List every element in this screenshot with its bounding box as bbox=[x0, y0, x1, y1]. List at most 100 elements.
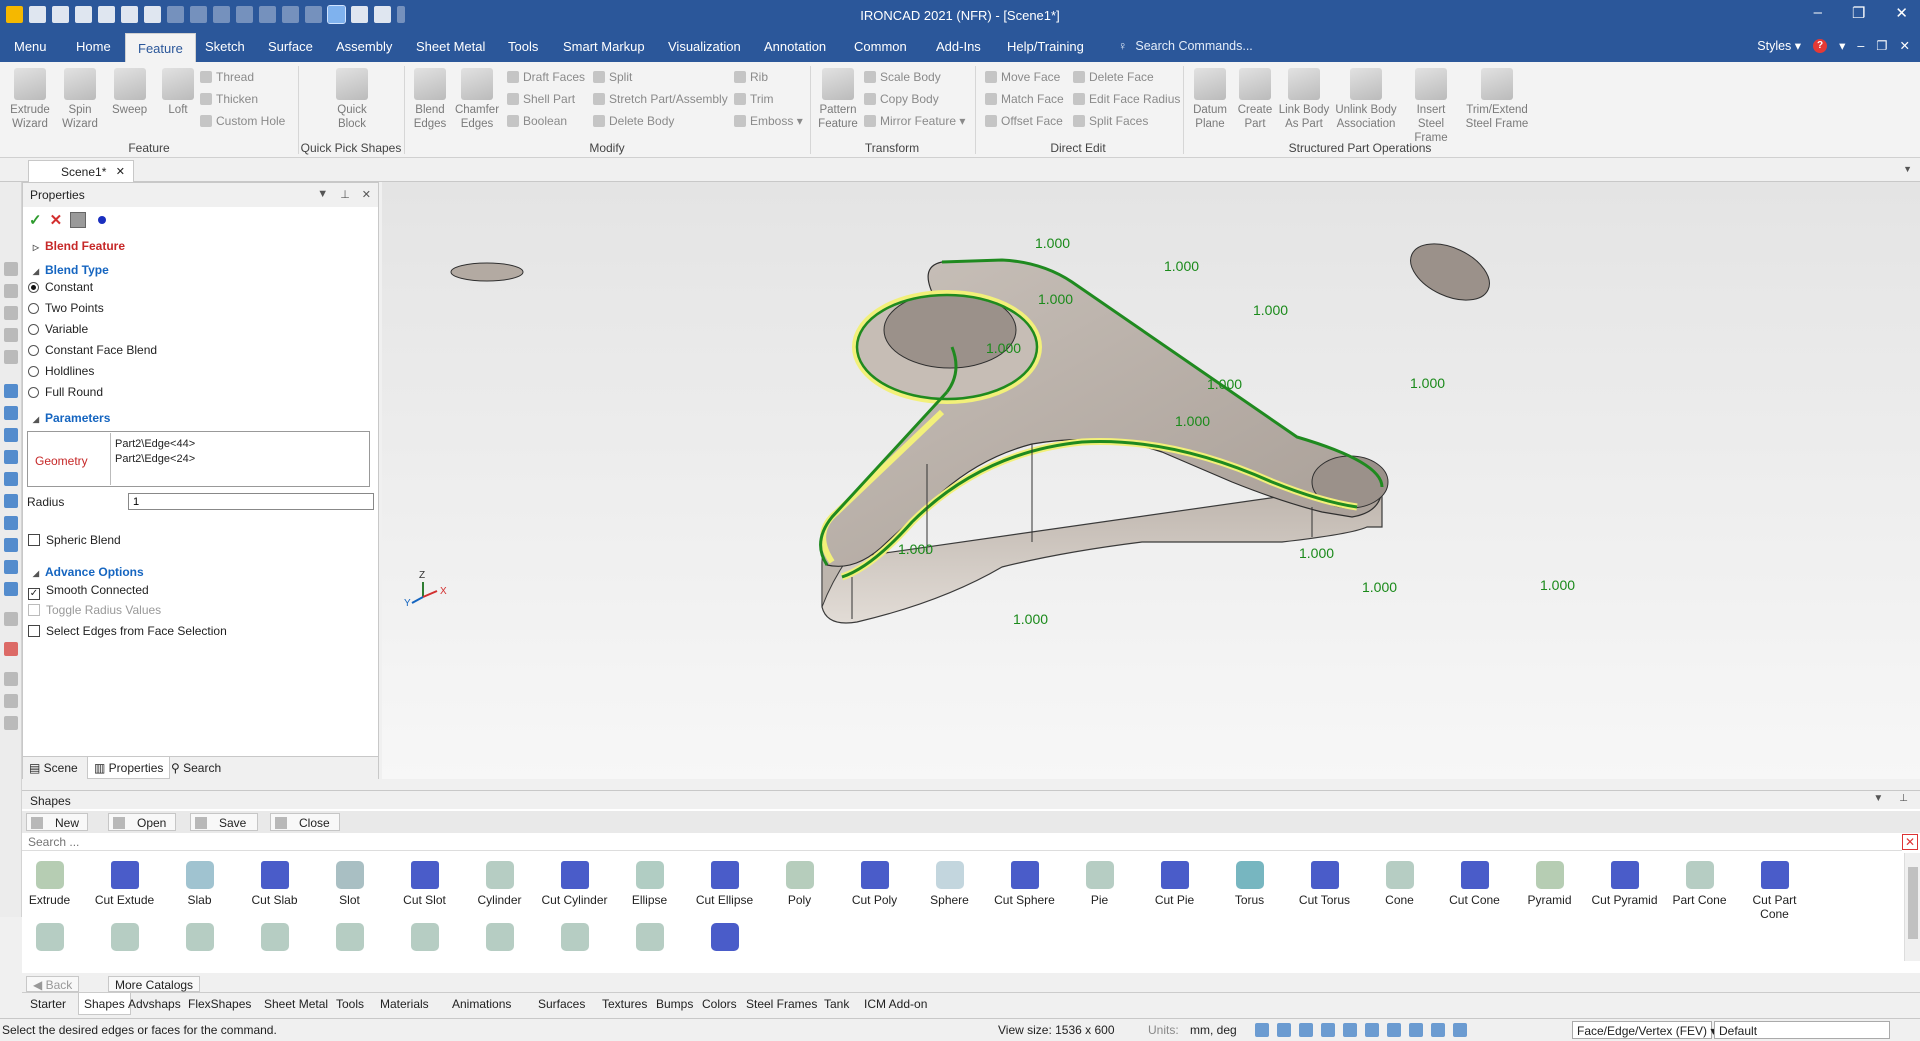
catalog-tab[interactable]: ICM Add-on bbox=[864, 997, 927, 1011]
shape-item[interactable] bbox=[687, 923, 762, 955]
tab-scene[interactable]: ▤ Scene bbox=[29, 761, 78, 775]
match-face-button[interactable]: Match Face bbox=[985, 92, 1064, 106]
split-faces-button[interactable]: Split Faces bbox=[1073, 114, 1148, 128]
delete-face-button[interactable]: Delete Face bbox=[1073, 70, 1154, 84]
geometry-item[interactable]: Part2\Edge<24> bbox=[115, 452, 364, 467]
checkbox[interactable] bbox=[28, 534, 40, 546]
radio-constant[interactable]: Constant bbox=[28, 280, 93, 294]
close-tab-icon[interactable]: ✕ bbox=[116, 165, 125, 178]
tool-icon[interactable] bbox=[4, 450, 18, 464]
ribbon-minimize-icon[interactable]: – bbox=[1857, 39, 1864, 53]
ribbon-close-icon[interactable]: ✕ bbox=[1900, 38, 1910, 53]
blend-edges-button[interactable]: Blend Edges bbox=[411, 66, 449, 131]
view-cube-icon[interactable] bbox=[1321, 1023, 1335, 1037]
trim-extend-steel-button[interactable]: Trim/Extend Steel Frame bbox=[1464, 66, 1530, 131]
tab-menu[interactable]: Menu bbox=[14, 39, 47, 54]
shell-part-button[interactable]: Shell Part bbox=[507, 92, 575, 106]
smooth-connected-checkbox[interactable]: ✓ Smooth Connected bbox=[28, 583, 149, 600]
tab-common[interactable]: Common bbox=[854, 39, 907, 54]
spin-wizard-button[interactable]: Spin Wizard bbox=[60, 66, 100, 131]
tab-search[interactable]: ⚲ Search bbox=[171, 761, 221, 775]
catalog-tab[interactable]: Steel Frames bbox=[746, 997, 817, 1011]
tool-icon[interactable] bbox=[4, 560, 18, 574]
shapes-search-input[interactable] bbox=[22, 834, 1902, 851]
shapes-menu-icon[interactable]: ▼ bbox=[1873, 793, 1883, 804]
shape-item[interactable]: Pie bbox=[1062, 861, 1137, 907]
panel-close-icon[interactable]: ✕ bbox=[362, 188, 371, 201]
close-catalog-button[interactable]: Close bbox=[270, 813, 340, 831]
ribbon-restore-icon[interactable]: ❐ bbox=[1876, 38, 1887, 53]
radio-button[interactable] bbox=[28, 387, 39, 398]
insert-steel-frame-button[interactable]: Insert Steel Frame bbox=[1402, 66, 1460, 145]
shape-item[interactable]: Cut Poly bbox=[837, 861, 912, 907]
render-mode-icon[interactable] bbox=[1343, 1023, 1357, 1037]
shape-item[interactable]: Ellipse bbox=[612, 861, 687, 907]
tab-add-ins[interactable]: Add-Ins bbox=[936, 39, 981, 54]
shape-item[interactable]: Torus bbox=[1212, 861, 1287, 907]
tool-icon[interactable] bbox=[4, 284, 18, 298]
trim-button[interactable]: Trim bbox=[734, 92, 774, 106]
catalog-tab[interactable]: Materials bbox=[380, 997, 429, 1011]
shape-item[interactable]: Cut Pie bbox=[1137, 861, 1212, 907]
tab-assembly[interactable]: Assembly bbox=[336, 39, 392, 54]
shape-item[interactable] bbox=[312, 923, 387, 955]
back-button[interactable]: ◀ Back bbox=[26, 976, 80, 992]
shape-item[interactable]: Cut Ellipse bbox=[687, 861, 762, 907]
minimize-icon[interactable]: – bbox=[1814, 4, 1822, 22]
tool-icon[interactable] bbox=[4, 612, 18, 626]
select-edges-checkbox[interactable]: Select Edges from Face Selection bbox=[28, 624, 227, 638]
shapes-scrollbar[interactable] bbox=[1904, 853, 1920, 961]
radio-variable[interactable]: Variable bbox=[28, 322, 88, 336]
catalog-tab[interactable]: Tank bbox=[824, 997, 849, 1011]
shape-item[interactable]: Cut Pyramid bbox=[1587, 861, 1662, 907]
tab-feature[interactable]: Feature bbox=[125, 33, 196, 62]
tool-icon[interactable] bbox=[4, 350, 18, 364]
preview-icon[interactable] bbox=[70, 212, 87, 228]
catalog-tab[interactable]: Starter bbox=[30, 997, 66, 1011]
tool-icon[interactable] bbox=[4, 328, 18, 342]
catalog-tab[interactable]: Animations bbox=[452, 997, 511, 1011]
select-cursor-icon[interactable] bbox=[1453, 1023, 1467, 1037]
tab-surface[interactable]: Surface bbox=[268, 39, 313, 54]
geometry-list[interactable]: Part2\Edge<44> Part2\Edge<24> bbox=[110, 433, 368, 485]
tool-icon[interactable] bbox=[4, 672, 18, 686]
help-icon[interactable]: ? bbox=[1813, 38, 1828, 53]
tab-smart-markup[interactable]: Smart Markup bbox=[563, 39, 645, 54]
tab-visualization[interactable]: Visualization bbox=[668, 39, 741, 54]
checkbox[interactable]: ✓ bbox=[28, 588, 40, 600]
create-part-button[interactable]: Create Part bbox=[1236, 66, 1274, 131]
search-clear-icon[interactable]: ✕ bbox=[1902, 834, 1918, 850]
mirror-feature-button[interactable]: Mirror Feature ▾ bbox=[864, 114, 965, 128]
link-body-button[interactable]: Link Body As Part bbox=[1276, 66, 1332, 131]
copy-body-button[interactable]: Copy Body bbox=[864, 92, 939, 106]
section-icon[interactable] bbox=[1365, 1023, 1379, 1037]
catalog-tab[interactable]: Surfaces bbox=[538, 997, 585, 1011]
dot-icon[interactable] bbox=[98, 216, 107, 224]
shape-item[interactable] bbox=[87, 923, 162, 955]
camera-icon[interactable] bbox=[1299, 1023, 1313, 1037]
shape-item[interactable]: Cut Cone bbox=[1437, 861, 1512, 907]
shape-item[interactable]: Pyramid bbox=[1512, 861, 1587, 907]
shape-item[interactable]: Part Cone bbox=[1662, 861, 1737, 907]
tab-sketch[interactable]: Sketch bbox=[205, 39, 245, 54]
shape-item[interactable]: Cut Slot bbox=[387, 861, 462, 907]
shape-item[interactable]: Cut Sphere bbox=[987, 861, 1062, 907]
catalog-tab[interactable]: Colors bbox=[702, 997, 737, 1011]
shape-item[interactable]: Cut Part Cone bbox=[1737, 861, 1812, 921]
tool-icon[interactable] bbox=[4, 494, 18, 508]
rib-button[interactable]: Rib bbox=[734, 70, 768, 84]
spheric-blend-checkbox[interactable]: Spheric Blend bbox=[28, 533, 121, 547]
catalog-tab[interactable]: Tools bbox=[336, 997, 364, 1011]
scale-body-button[interactable]: Scale Body bbox=[864, 70, 941, 84]
save-catalog-button[interactable]: Save bbox=[190, 813, 258, 831]
new-catalog-button[interactable]: New bbox=[26, 813, 88, 831]
scroll-thumb[interactable] bbox=[1908, 867, 1918, 939]
shape-item[interactable]: Cylinder bbox=[462, 861, 537, 907]
shapes-pin-icon[interactable]: ⊥ bbox=[1899, 793, 1908, 804]
close-icon[interactable]: ✕ bbox=[1895, 4, 1908, 22]
stretch-button[interactable]: Stretch Part/Assembly bbox=[593, 92, 728, 106]
radio-holdlines[interactable]: Holdlines bbox=[28, 364, 94, 378]
edit-face-radius-button[interactable]: Edit Face Radius bbox=[1073, 92, 1180, 106]
ok-icon[interactable]: ✓ bbox=[29, 211, 42, 229]
geometry-item[interactable]: Part2\Edge<44> bbox=[115, 437, 364, 452]
